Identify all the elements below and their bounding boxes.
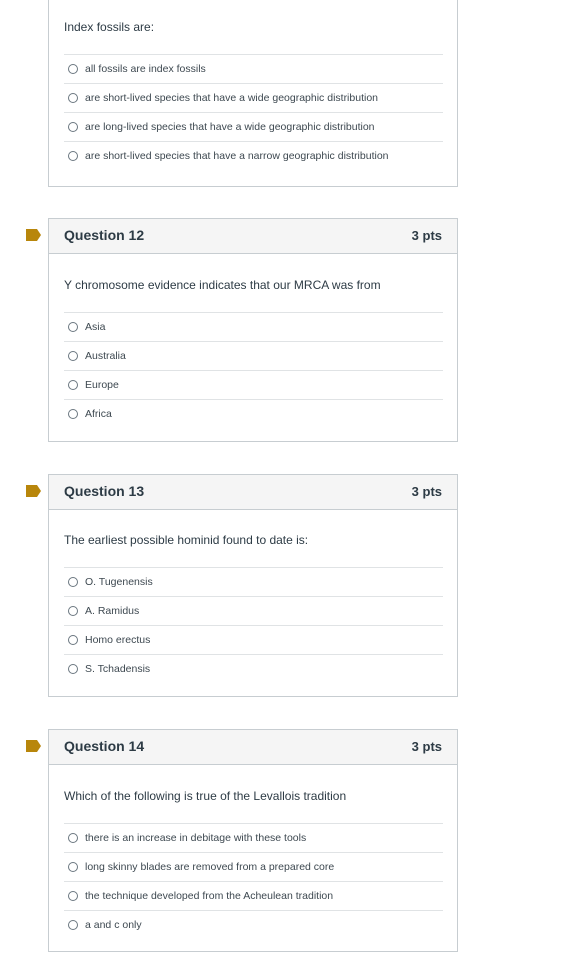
answer-option[interactable]: are short-lived species that have a narr… xyxy=(64,141,443,170)
radio-button[interactable] xyxy=(68,833,78,843)
question-text: The earliest possible hominid found to d… xyxy=(64,533,309,547)
radio-button[interactable] xyxy=(68,606,78,616)
question-title: Question 14 xyxy=(64,738,145,754)
question-card-12: Question 12 3 pts Y chromosome evidence … xyxy=(26,218,458,442)
answer-label: Africa xyxy=(85,408,112,420)
question-points: 3 pts xyxy=(411,228,442,243)
radio-button[interactable] xyxy=(68,635,78,645)
answer-label: O. Tugenensis xyxy=(85,576,153,588)
answer-label: Homo erectus xyxy=(85,634,151,646)
answer-option[interactable]: Africa xyxy=(64,399,443,428)
radio-button[interactable] xyxy=(68,151,78,161)
answer-option[interactable]: the technique developed from the Acheule… xyxy=(64,881,443,910)
radio-button[interactable] xyxy=(68,351,78,361)
answer-label: Australia xyxy=(85,350,126,362)
radio-button[interactable] xyxy=(68,862,78,872)
answer-label: Asia xyxy=(85,321,106,333)
radio-button[interactable] xyxy=(68,380,78,390)
radio-button[interactable] xyxy=(68,664,78,674)
radio-button[interactable] xyxy=(68,93,78,103)
question-header: Question 13 3 pts xyxy=(26,475,457,510)
answer-option[interactable]: Australia xyxy=(64,341,443,370)
radio-button[interactable] xyxy=(68,891,78,901)
answer-label: S. Tchadensis xyxy=(85,663,151,675)
question-points: 3 pts xyxy=(411,484,442,499)
answer-option[interactable]: there is an increase in debitage with th… xyxy=(64,823,443,852)
answer-label: are long-lived species that have a wide … xyxy=(85,121,375,133)
answer-option[interactable]: S. Tchadensis xyxy=(64,654,443,683)
answer-label: there is an increase in debitage with th… xyxy=(85,832,307,844)
question-title: Question 12 xyxy=(64,227,145,243)
radio-button[interactable] xyxy=(68,122,78,132)
answer-option[interactable]: Europe xyxy=(64,370,443,399)
answer-option[interactable]: are short-lived species that have a wide… xyxy=(64,83,443,112)
answer-label: A. Ramidus xyxy=(85,605,140,617)
answer-option[interactable]: all fossils are index fossils xyxy=(64,54,443,83)
question-text: Index fossils are: xyxy=(64,20,155,34)
question-text: Which of the following is true of the Le… xyxy=(64,789,347,803)
answer-option[interactable]: A. Ramidus xyxy=(64,596,443,625)
flag-icon[interactable] xyxy=(26,740,41,752)
answer-label: all fossils are index fossils xyxy=(85,63,206,75)
answer-list: Asia Australia Europe Africa xyxy=(64,312,443,428)
question-card-14: Question 14 3 pts Which of the following… xyxy=(26,729,458,952)
answer-label: Europe xyxy=(85,379,119,391)
question-points: 3 pts xyxy=(411,739,442,754)
answer-label: long skinny blades are removed from a pr… xyxy=(85,861,335,873)
radio-button[interactable] xyxy=(68,409,78,419)
answer-list: O. Tugenensis A. Ramidus Homo erectus S.… xyxy=(64,567,443,683)
answer-label: the technique developed from the Acheule… xyxy=(85,890,334,902)
flag-icon[interactable] xyxy=(26,485,41,497)
flag-icon[interactable] xyxy=(26,229,41,241)
question-card-11: Index fossils are: all fossils are index… xyxy=(48,0,458,187)
answer-list: there is an increase in debitage with th… xyxy=(64,823,443,939)
question-header: Question 14 3 pts xyxy=(26,730,457,765)
question-card-13: Question 13 3 pts The earliest possible … xyxy=(26,474,458,697)
answer-label: are short-lived species that have a narr… xyxy=(85,150,389,162)
question-header: Question 12 3 pts xyxy=(26,219,457,254)
answer-option[interactable]: are long-lived species that have a wide … xyxy=(64,112,443,141)
question-title: Question 13 xyxy=(64,483,145,499)
radio-button[interactable] xyxy=(68,577,78,587)
radio-button[interactable] xyxy=(68,920,78,930)
answer-list: all fossils are index fossils are short-… xyxy=(64,54,443,170)
radio-button[interactable] xyxy=(68,322,78,332)
radio-button[interactable] xyxy=(68,64,78,74)
answer-option[interactable]: a and c only xyxy=(64,910,443,939)
answer-label: are short-lived species that have a wide… xyxy=(85,92,379,104)
answer-option[interactable]: long skinny blades are removed from a pr… xyxy=(64,852,443,881)
answer-option[interactable]: O. Tugenensis xyxy=(64,567,443,596)
answer-option[interactable]: Asia xyxy=(64,312,443,341)
answer-option[interactable]: Homo erectus xyxy=(64,625,443,654)
answer-label: a and c only xyxy=(85,919,142,931)
question-text: Y chromosome evidence indicates that our… xyxy=(64,278,381,292)
